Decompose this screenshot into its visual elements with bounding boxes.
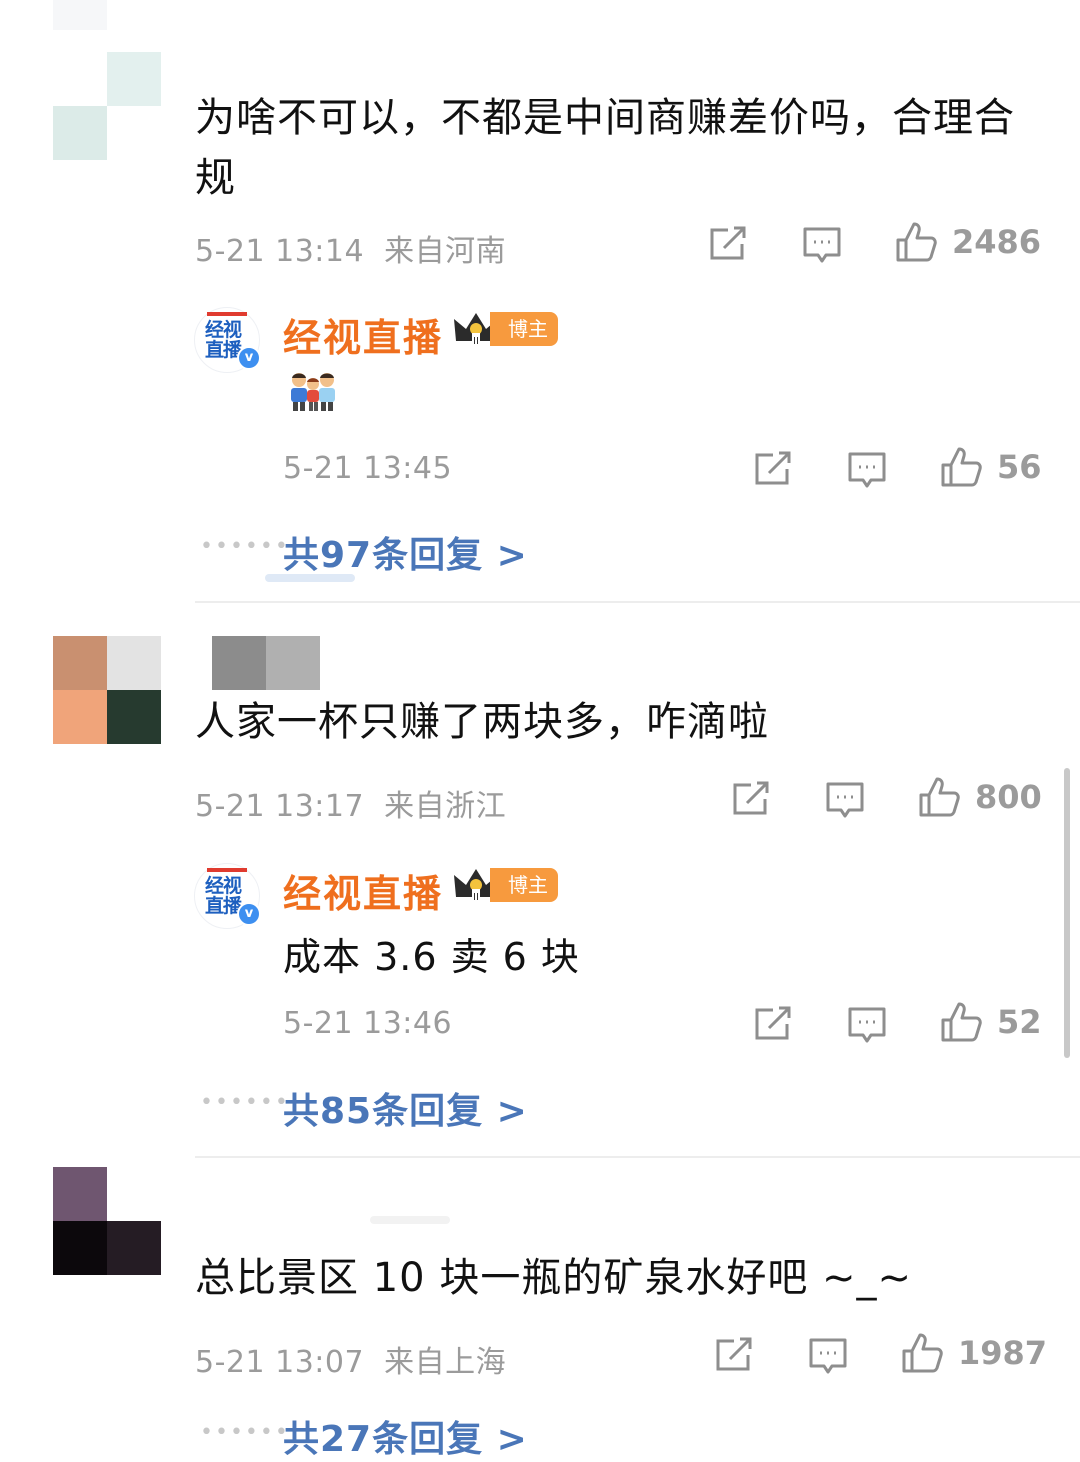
thumbs-up-icon: [902, 1333, 943, 1373]
share-icon: [733, 781, 769, 815]
like-count: 2486: [952, 223, 1042, 261]
comment-button[interactable]: [847, 1006, 887, 1046]
like-button[interactable]: 800: [917, 775, 1042, 819]
like-button[interactable]: 2486: [894, 220, 1041, 264]
link-underline: [265, 574, 355, 582]
svg-text:II: II: [473, 892, 479, 903]
comment-meta: 5-21 13:14 来自河南: [195, 226, 506, 270]
like-count: 1987: [958, 1334, 1048, 1372]
view-replies-link[interactable]: 共97条回复 >: [283, 526, 528, 578]
reply-avatar[interactable]: 经视 直播 v: [194, 307, 261, 373]
comment-text: 总比景区 10 块一瓶的矿泉水好吧 ~_~: [195, 1255, 913, 1301]
comment-meta: 5-21 13:17 来自浙江: [195, 781, 506, 825]
comment-button[interactable]: [847, 451, 887, 491]
comment-button[interactable]: [825, 781, 865, 821]
like-button[interactable]: 56: [939, 445, 1042, 489]
reply-author-name[interactable]: 经视直播: [283, 307, 443, 362]
share-button[interactable]: [714, 1337, 754, 1373]
logo-banner: [207, 868, 247, 872]
share-button[interactable]: [753, 451, 793, 487]
verified-icon: v: [237, 346, 261, 370]
reply-dots: ••••••: [200, 1420, 290, 1445]
reply-author-name[interactable]: 经视直播: [283, 863, 443, 918]
avatar[interactable]: [53, 636, 161, 744]
username-blur[interactable]: [370, 1216, 450, 1224]
reply-time: 5-21 13:45: [283, 451, 453, 486]
comment-text: 人家一杯只赚了两块多，咋滴啦: [195, 699, 769, 745]
avatar-top-smudge: [53, 0, 107, 30]
share-icon: [710, 226, 746, 260]
badge-label: 博主: [490, 312, 558, 346]
like-button[interactable]: 1987: [900, 1331, 1047, 1375]
comment-time: 5-21 13:07: [195, 1345, 365, 1380]
share-icon: [755, 1006, 791, 1040]
scrollbar[interactable]: [1064, 768, 1070, 1058]
thumbs-up-icon: [896, 222, 937, 262]
blogger-badge: II 博主: [452, 311, 558, 347]
thumbs-up-icon: [941, 1002, 982, 1042]
comment-icon: [826, 782, 864, 818]
comment-location: 来自浙江: [384, 789, 507, 824]
like-button[interactable]: 52: [939, 1000, 1042, 1044]
svg-text:II: II: [473, 336, 479, 347]
comment-icon: [848, 452, 886, 488]
comment-location: 来自上海: [384, 1345, 507, 1380]
share-button[interactable]: [708, 226, 748, 262]
verified-icon: v: [237, 902, 261, 926]
username-blur[interactable]: [212, 636, 320, 690]
family-emoji: [288, 370, 338, 418]
avatar[interactable]: [53, 52, 161, 160]
comment-icon: [848, 1007, 886, 1043]
share-icon: [716, 1337, 752, 1371]
comment-time: 5-21 13:17: [195, 789, 365, 824]
reply-text: 成本 3.6 卖 6 块: [283, 935, 580, 979]
avatar[interactable]: [53, 1167, 161, 1275]
logo-banner: [207, 312, 247, 316]
share-button[interactable]: [753, 1006, 793, 1042]
comment-meta: 5-21 13:07 来自上海: [195, 1337, 506, 1381]
share-button[interactable]: [731, 781, 771, 817]
like-count: 800: [975, 778, 1042, 816]
thumbs-up-icon: [919, 777, 960, 817]
comment-button[interactable]: [808, 1337, 848, 1377]
comment-icon: [809, 1338, 847, 1374]
reply-avatar[interactable]: 经视 直播 v: [194, 863, 261, 929]
share-icon: [755, 451, 791, 485]
reply-dots: ••••••: [200, 1090, 290, 1115]
comment-time: 5-21 13:14: [195, 234, 365, 269]
comment-divider: [195, 1156, 1080, 1158]
like-count: 52: [997, 1003, 1042, 1041]
view-replies-link[interactable]: 共27条回复 >: [283, 1410, 528, 1462]
comment-divider: [195, 601, 1080, 603]
reply-dots: ••••••: [200, 534, 290, 559]
comment-icon: [803, 227, 841, 263]
comment-location: 来自河南: [384, 234, 507, 269]
comment-text: 为啥不可以，不都是中间商赚差价吗，合理合规: [195, 95, 1015, 201]
blogger-badge: II 博主: [452, 867, 558, 903]
view-replies-link[interactable]: 共85条回复 >: [283, 1082, 528, 1134]
thumbs-up-icon: [941, 447, 982, 487]
like-count: 56: [997, 448, 1042, 486]
badge-label: 博主: [490, 868, 558, 902]
reply-time: 5-21 13:46: [283, 1006, 453, 1041]
comment-button[interactable]: [802, 226, 842, 266]
